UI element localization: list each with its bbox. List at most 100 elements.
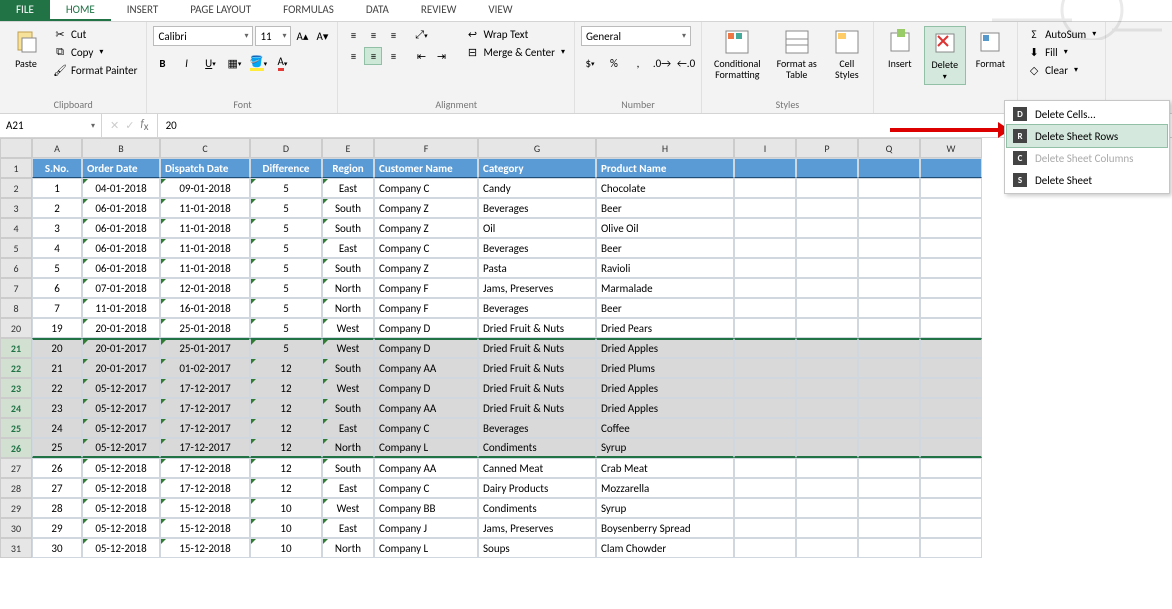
row-header-27[interactable]: 27: [0, 458, 32, 478]
font-name-combo[interactable]: Calibri▾: [153, 26, 253, 46]
cell-F4[interactable]: Company Z: [374, 218, 478, 238]
row-header-7[interactable]: 7: [0, 278, 32, 298]
align-middle-icon[interactable]: ≡: [364, 26, 382, 44]
cell-F23[interactable]: Company D: [374, 378, 478, 398]
format-painter-button[interactable]: 🖌Format Painter: [50, 62, 140, 78]
cell-H26[interactable]: Syrup: [596, 438, 734, 458]
cell-C22[interactable]: 01-02-2017: [160, 358, 250, 378]
fill-color-button[interactable]: 🪣▾: [249, 54, 267, 72]
cell-Q29[interactable]: [858, 498, 920, 518]
tab-insert[interactable]: INSERT: [111, 0, 175, 21]
conditional-formatting-button[interactable]: Conditional Formatting: [708, 26, 767, 82]
cell-Q4[interactable]: [858, 218, 920, 238]
cell-P5[interactable]: [796, 238, 858, 258]
cell-A3[interactable]: 2: [32, 198, 82, 218]
row-header-20[interactable]: 20: [0, 318, 32, 338]
cell-A6[interactable]: 5: [32, 258, 82, 278]
cell-I8[interactable]: [734, 298, 796, 318]
cell-Q27[interactable]: [858, 458, 920, 478]
col-header-I[interactable]: I: [734, 138, 796, 158]
cell-I20[interactable]: [734, 318, 796, 338]
cell-P20[interactable]: [796, 318, 858, 338]
cell-G29[interactable]: Condiments: [478, 498, 596, 518]
cell-Q8[interactable]: [858, 298, 920, 318]
name-box[interactable]: A21▾: [0, 114, 102, 137]
cell-D25[interactable]: 12: [250, 418, 322, 438]
cell-C30[interactable]: 15-12-2018: [160, 518, 250, 538]
cell-I22[interactable]: [734, 358, 796, 378]
cell-F8[interactable]: Company F: [374, 298, 478, 318]
cell-G31[interactable]: Soups: [478, 538, 596, 558]
align-left-icon[interactable]: ≡: [344, 47, 362, 65]
border-button[interactable]: ▦▾: [225, 54, 243, 72]
cell-I4[interactable]: [734, 218, 796, 238]
cell-A28[interactable]: 27: [32, 478, 82, 498]
cell-B29[interactable]: 05-12-2018: [82, 498, 160, 518]
cancel-formula-icon[interactable]: ✕: [110, 119, 119, 132]
cell-E5[interactable]: East: [322, 238, 374, 258]
col-header-W[interactable]: W: [920, 138, 982, 158]
increase-font-icon[interactable]: A▴: [293, 27, 311, 45]
menu-delete-sheet-columns[interactable]: CDelete Sheet Columns: [1007, 147, 1167, 169]
col-header-F[interactable]: F: [374, 138, 478, 158]
cell-F30[interactable]: Company J: [374, 518, 478, 538]
cell-H29[interactable]: Syrup: [596, 498, 734, 518]
tab-review[interactable]: REVIEW: [405, 0, 473, 21]
cell-W27[interactable]: [920, 458, 982, 478]
cell-B28[interactable]: 05-12-2018: [82, 478, 160, 498]
header-cell[interactable]: Customer Name: [374, 158, 478, 178]
cell-A2[interactable]: 1: [32, 178, 82, 198]
cell-H6[interactable]: Ravioli: [596, 258, 734, 278]
cell-E6[interactable]: South: [322, 258, 374, 278]
cell-B5[interactable]: 06-01-2018: [82, 238, 160, 258]
cell-I23[interactable]: [734, 378, 796, 398]
cell-H2[interactable]: Chocolate: [596, 178, 734, 198]
cell-C27[interactable]: 17-12-2018: [160, 458, 250, 478]
cell-F3[interactable]: Company Z: [374, 198, 478, 218]
header-cell[interactable]: [920, 158, 982, 178]
cell-E28[interactable]: East: [322, 478, 374, 498]
col-header-A[interactable]: A: [32, 138, 82, 158]
accept-formula-icon[interactable]: ✓: [125, 119, 134, 132]
increase-indent-icon[interactable]: ⇥: [432, 47, 450, 65]
cell-G21[interactable]: Dried Fruit & Nuts: [478, 338, 596, 358]
cell-Q30[interactable]: [858, 518, 920, 538]
comma-format-icon[interactable]: ,: [629, 54, 647, 72]
cell-B30[interactable]: 05-12-2018: [82, 518, 160, 538]
cell-E3[interactable]: South: [322, 198, 374, 218]
cell-Q2[interactable]: [858, 178, 920, 198]
cell-E4[interactable]: South: [322, 218, 374, 238]
cell-W20[interactable]: [920, 318, 982, 338]
cell-D20[interactable]: 5: [250, 318, 322, 338]
cell-C25[interactable]: 17-12-2017: [160, 418, 250, 438]
cell-A30[interactable]: 29: [32, 518, 82, 538]
cell-D31[interactable]: 10: [250, 538, 322, 558]
cell-G6[interactable]: Pasta: [478, 258, 596, 278]
cell-B31[interactable]: 05-12-2018: [82, 538, 160, 558]
cell-I3[interactable]: [734, 198, 796, 218]
decrease-indent-icon[interactable]: ⇤: [412, 47, 430, 65]
cell-I30[interactable]: [734, 518, 796, 538]
cell-B2[interactable]: 04-01-2018: [82, 178, 160, 198]
cell-P29[interactable]: [796, 498, 858, 518]
underline-button[interactable]: U▾: [201, 54, 219, 72]
cell-Q6[interactable]: [858, 258, 920, 278]
cell-A24[interactable]: 23: [32, 398, 82, 418]
cell-Q22[interactable]: [858, 358, 920, 378]
cell-H28[interactable]: Mozzarella: [596, 478, 734, 498]
cell-E29[interactable]: West: [322, 498, 374, 518]
cell-E26[interactable]: North: [322, 438, 374, 458]
cell-A7[interactable]: 6: [32, 278, 82, 298]
increase-decimal-icon[interactable]: .0→: [653, 54, 671, 72]
row-header-2[interactable]: 2: [0, 178, 32, 198]
cell-A23[interactable]: 22: [32, 378, 82, 398]
row-header-30[interactable]: 30: [0, 518, 32, 538]
cell-I28[interactable]: [734, 478, 796, 498]
cell-E7[interactable]: North: [322, 278, 374, 298]
cell-P7[interactable]: [796, 278, 858, 298]
cell-E2[interactable]: East: [322, 178, 374, 198]
cell-styles-button[interactable]: Cell Styles: [827, 26, 867, 82]
cell-H24[interactable]: Dried Apples: [596, 398, 734, 418]
format-cells-button[interactable]: Format: [970, 26, 1011, 71]
cell-P27[interactable]: [796, 458, 858, 478]
